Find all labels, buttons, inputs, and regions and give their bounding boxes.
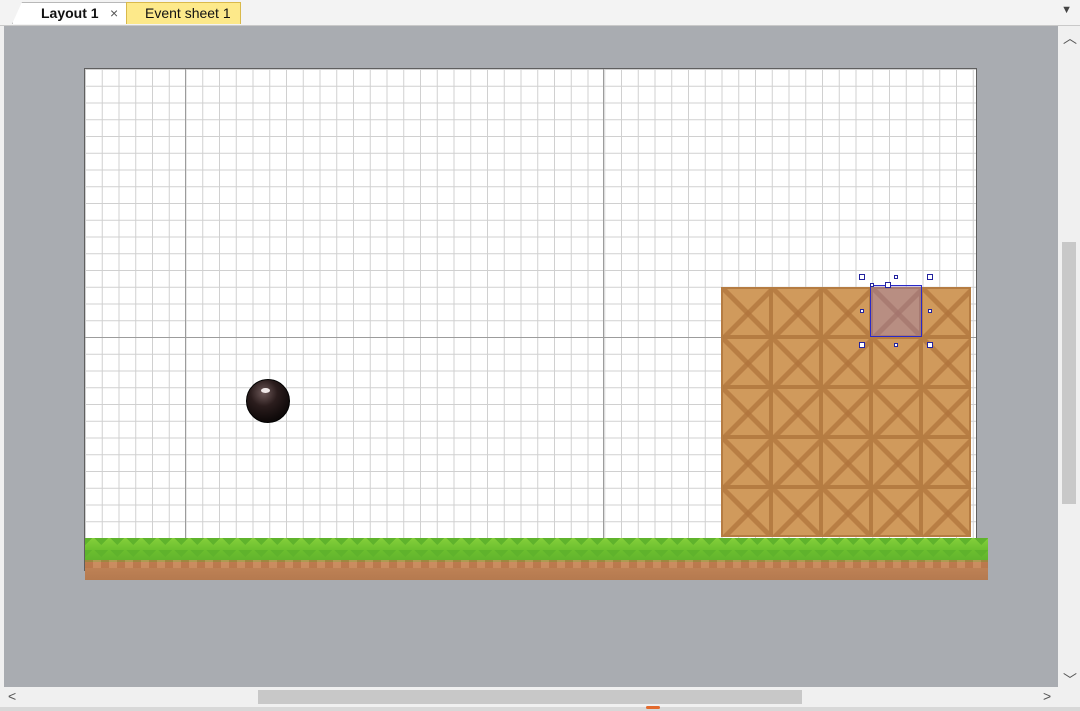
crate-tilemap[interactable] xyxy=(721,287,972,539)
resize-handle[interactable] xyxy=(885,282,891,288)
resize-handle[interactable] xyxy=(894,343,898,347)
crate-tile[interactable] xyxy=(921,387,971,437)
resize-handle[interactable] xyxy=(894,275,898,279)
ball-sprite[interactable] xyxy=(246,379,290,423)
crate-tile[interactable] xyxy=(721,437,771,487)
layout-canvas[interactable] xyxy=(84,68,988,580)
grass-strip xyxy=(85,538,988,562)
dirt-strip xyxy=(85,560,988,568)
crate-tile[interactable] xyxy=(771,487,821,537)
resize-handle[interactable] xyxy=(859,274,865,280)
resize-handle[interactable] xyxy=(859,342,865,348)
tab-bar: Layout 1 × Event sheet 1 ▼ xyxy=(0,0,1080,26)
scroll-right-icon[interactable]: > xyxy=(1043,688,1051,704)
crate-tile[interactable] xyxy=(771,287,821,337)
crate-tile[interactable] xyxy=(871,437,921,487)
crate-tile[interactable] xyxy=(821,387,871,437)
crate-tile[interactable] xyxy=(771,337,821,387)
resize-handle[interactable] xyxy=(860,309,864,313)
crate-tile[interactable] xyxy=(771,387,821,437)
crate-tile[interactable] xyxy=(871,387,921,437)
tab-layout-1-label: Layout 1 xyxy=(41,5,99,21)
tab-event-sheet-1-label: Event sheet 1 xyxy=(145,5,231,21)
crate-tile[interactable] xyxy=(721,337,771,387)
layout-viewport[interactable] xyxy=(4,26,1058,687)
crate-tile[interactable] xyxy=(871,487,921,537)
origin-handle[interactable] xyxy=(870,283,874,287)
resize-handle[interactable] xyxy=(927,342,933,348)
scrollbar-corner xyxy=(1058,687,1080,707)
horizontal-scrollbar[interactable]: < > xyxy=(0,687,1058,707)
status-indicator xyxy=(646,706,660,709)
crate-tile[interactable] xyxy=(771,437,821,487)
status-strip xyxy=(0,707,1080,711)
vertical-scroll-thumb[interactable] xyxy=(1062,242,1076,504)
selected-crate-box[interactable] xyxy=(870,285,922,337)
tab-list-dropdown-icon[interactable]: ▼ xyxy=(1061,4,1072,16)
vertical-scrollbar[interactable]: ︿ ﹀ xyxy=(1058,26,1080,688)
close-tab-icon[interactable]: × xyxy=(110,3,118,23)
tab-event-sheet-1[interactable]: Event sheet 1 xyxy=(126,2,241,24)
scroll-left-icon[interactable]: < xyxy=(8,688,16,704)
horizontal-scroll-thumb[interactable] xyxy=(258,690,802,704)
resize-handle[interactable] xyxy=(928,309,932,313)
crate-tile[interactable] xyxy=(721,487,771,537)
crate-tile[interactable] xyxy=(821,487,871,537)
tab-layout-1[interactable]: Layout 1 × xyxy=(12,2,128,24)
crate-tile[interactable] xyxy=(821,437,871,487)
crate-tile[interactable] xyxy=(721,387,771,437)
scroll-up-icon[interactable]: ︿ xyxy=(1063,28,1077,48)
ground-tiles[interactable] xyxy=(85,538,988,580)
crate-tile[interactable] xyxy=(721,287,771,337)
viewport-guide-line xyxy=(185,69,186,570)
crate-tile[interactable] xyxy=(921,487,971,537)
ball-highlight xyxy=(261,388,270,393)
resize-handle[interactable] xyxy=(927,274,933,280)
crate-tile[interactable] xyxy=(921,437,971,487)
viewport-guide-line xyxy=(603,69,604,570)
